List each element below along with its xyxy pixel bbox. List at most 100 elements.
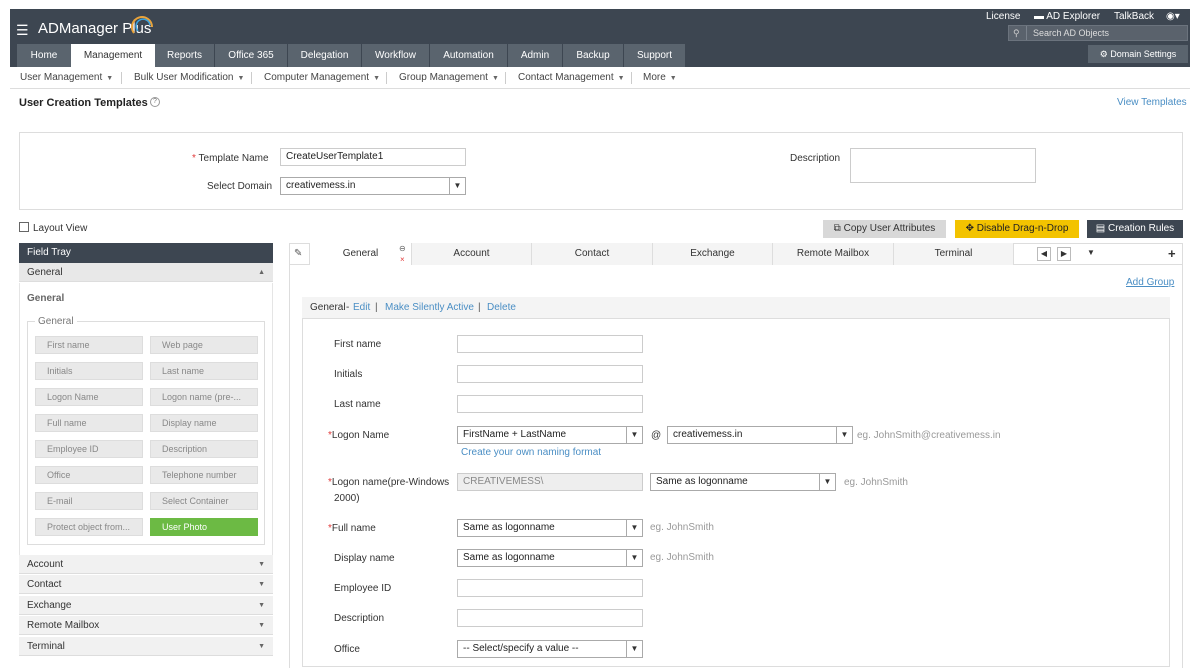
template-name-input[interactable]: CreateUserTemplate1 bbox=[280, 148, 466, 166]
tab-terminal[interactable]: Terminal bbox=[894, 243, 1014, 265]
pencil-icon[interactable]: ✎ bbox=[294, 248, 302, 259]
logon-pre2000-input[interactable]: CREATIVEMESS\ bbox=[457, 473, 643, 491]
display-name-dropdown[interactable]: Same as logonname ▼ bbox=[457, 549, 643, 567]
hamburger-menu-icon[interactable]: ☰ bbox=[16, 22, 29, 39]
search-input[interactable]: Search AD Objects bbox=[1033, 28, 1109, 38]
add-group-link[interactable]: Add Group bbox=[1126, 277, 1174, 288]
office-label: Office bbox=[334, 644, 360, 655]
tab-exchange[interactable]: Exchange bbox=[653, 243, 773, 265]
tray-field-full-name[interactable]: Full name bbox=[35, 414, 143, 432]
office-dropdown[interactable]: -- Select/specify a value -- ▼ bbox=[457, 640, 643, 658]
tab-office365[interactable]: Office 365 bbox=[215, 44, 287, 67]
description-field-input[interactable] bbox=[457, 609, 643, 627]
layout-view-label: Layout View bbox=[33, 223, 88, 234]
tray-section-terminal[interactable]: Terminal ▼ bbox=[19, 637, 273, 656]
tray-field-protect-object[interactable]: Protect object from... bbox=[35, 518, 143, 536]
chevron-right-icon[interactable]: ▶ bbox=[1057, 247, 1071, 261]
domain-settings-button[interactable]: ⚙ Domain Settings bbox=[1088, 45, 1188, 63]
subnav-more[interactable]: More ▼ bbox=[643, 72, 677, 83]
subnav-computer-management[interactable]: Computer Management ▼ bbox=[264, 72, 380, 83]
tab-backup[interactable]: Backup bbox=[563, 44, 623, 67]
ad-explorer-link[interactable]: ▬ AD Explorer bbox=[1034, 11, 1100, 22]
tray-field-user-photo[interactable]: User Photo bbox=[150, 518, 258, 536]
search-box[interactable]: ⚲ Search AD Objects bbox=[1008, 25, 1188, 41]
group-edit-link[interactable]: Edit bbox=[353, 302, 370, 313]
tray-section-exchange[interactable]: Exchange ▼ bbox=[19, 596, 273, 615]
tray-field-employee-id[interactable]: Employee ID bbox=[35, 440, 143, 458]
tray-section-contact[interactable]: Contact ▼ bbox=[19, 575, 273, 594]
tray-field-display-name[interactable]: Display name bbox=[150, 414, 258, 432]
view-templates-link[interactable]: View Templates bbox=[1117, 97, 1187, 108]
chevron-down-icon: ▼ bbox=[258, 581, 265, 588]
subnav-divider bbox=[386, 72, 387, 84]
last-name-input[interactable] bbox=[457, 395, 643, 413]
first-name-input[interactable] bbox=[457, 335, 643, 353]
tab-remote-mailbox[interactable]: Remote Mailbox bbox=[773, 243, 894, 265]
tray-field-web-page[interactable]: Web page bbox=[150, 336, 258, 354]
group-make-silent-link[interactable]: Make Silently Active bbox=[385, 302, 474, 313]
tray-field-select-container[interactable]: Select Container bbox=[150, 492, 258, 510]
search-icon: ⚲ bbox=[1013, 28, 1020, 38]
tray-field-logon-name[interactable]: Logon Name bbox=[35, 388, 143, 406]
logon-domain-dropdown[interactable]: creativemess.in ▼ bbox=[667, 426, 853, 444]
description-textarea[interactable] bbox=[850, 148, 1036, 183]
subnav-contact-management[interactable]: Contact Management ▼ bbox=[518, 72, 625, 83]
tab-workflow[interactable]: Workflow bbox=[362, 44, 429, 67]
tab-contact[interactable]: Contact bbox=[532, 243, 653, 265]
tab-admin[interactable]: Admin bbox=[508, 44, 562, 67]
tab-support[interactable]: Support bbox=[624, 44, 685, 67]
initials-input[interactable] bbox=[457, 365, 643, 383]
tray-section-remote-mailbox[interactable]: Remote Mailbox ▼ bbox=[19, 616, 273, 635]
license-link[interactable]: License bbox=[986, 11, 1020, 22]
naming-format-link[interactable]: Create your own naming format bbox=[461, 447, 601, 458]
add-tab-icon[interactable]: + bbox=[1168, 246, 1176, 261]
employee-id-input[interactable] bbox=[457, 579, 643, 597]
select-domain-dropdown[interactable]: creativemess.in ▼ bbox=[280, 177, 466, 195]
logon-format-dropdown[interactable]: FirstName + LastName ▼ bbox=[457, 426, 643, 444]
subnav-label: User Management bbox=[20, 72, 103, 83]
creation-rules-button[interactable]: ▤ Creation Rules bbox=[1087, 220, 1183, 238]
help-icon[interactable]: ? bbox=[150, 97, 160, 107]
logon-pre2000-select-value: Same as logonname bbox=[656, 476, 748, 487]
tab-general[interactable]: General bbox=[309, 243, 412, 265]
user-account-icon[interactable]: ◉▾ bbox=[1166, 11, 1180, 22]
disable-drag-n-drop-button[interactable]: ✥ Disable Drag-n-Drop bbox=[955, 220, 1079, 238]
tray-field-initials[interactable]: Initials bbox=[35, 362, 143, 380]
group-delete-link[interactable]: Delete bbox=[487, 302, 516, 313]
close-icon[interactable]: × bbox=[400, 255, 405, 264]
tab-home[interactable]: Home bbox=[17, 44, 71, 67]
tray-section-general[interactable]: General ▲ bbox=[19, 263, 273, 282]
collapse-icon[interactable]: ⊖ bbox=[399, 244, 406, 253]
tray-field-email[interactable]: E-mail bbox=[35, 492, 143, 510]
logon-pre2000-dropdown[interactable]: Same as logonname ▼ bbox=[650, 473, 836, 491]
tray-field-description[interactable]: Description bbox=[150, 440, 258, 458]
tab-automation[interactable]: Automation bbox=[430, 44, 507, 67]
tab-reports[interactable]: Reports bbox=[155, 44, 214, 67]
copy-user-attributes-button[interactable]: ⧉ Copy User Attributes bbox=[823, 220, 946, 238]
group-dash: - bbox=[346, 302, 350, 313]
chevron-down-icon[interactable]: ▼ bbox=[1087, 248, 1095, 257]
tab-account[interactable]: Account bbox=[412, 243, 532, 265]
employee-id-label: Employee ID bbox=[334, 583, 392, 594]
layout-view-toggle[interactable]: Layout View bbox=[19, 222, 87, 234]
tab-delegation[interactable]: Delegation bbox=[288, 44, 361, 67]
ad-explorer-icon: ▬ bbox=[1034, 11, 1047, 22]
tray-field-logon-name-pre[interactable]: Logon name (pre-... bbox=[150, 388, 258, 406]
logon-pre2000-label-line2: 2000) bbox=[334, 493, 360, 504]
chevron-down-icon: ▼ bbox=[617, 75, 625, 82]
full-name-dropdown[interactable]: Same as logonname ▼ bbox=[457, 519, 643, 537]
tray-field-telephone[interactable]: Telephone number bbox=[150, 466, 258, 484]
subnav-user-management[interactable]: User Management ▼ bbox=[20, 72, 113, 83]
tab-management[interactable]: Management bbox=[71, 44, 155, 67]
tray-field-office[interactable]: Office bbox=[35, 466, 143, 484]
subnav-label: Bulk User Modification bbox=[134, 72, 234, 83]
chevron-left-icon[interactable]: ◀ bbox=[1037, 247, 1051, 261]
subnav-group-management[interactable]: Group Management ▼ bbox=[399, 72, 499, 83]
group-separator: | bbox=[478, 302, 481, 313]
talkback-link[interactable]: TalkBack bbox=[1114, 11, 1154, 22]
tray-field-last-name[interactable]: Last name bbox=[150, 362, 258, 380]
tray-field-first-name[interactable]: First name bbox=[35, 336, 143, 354]
tray-section-account[interactable]: Account ▼ bbox=[19, 555, 273, 574]
logon-pre2000-hint: eg. JohnSmith bbox=[844, 477, 908, 488]
subnav-bulk-user-modification[interactable]: Bulk User Modification ▼ bbox=[134, 72, 244, 83]
